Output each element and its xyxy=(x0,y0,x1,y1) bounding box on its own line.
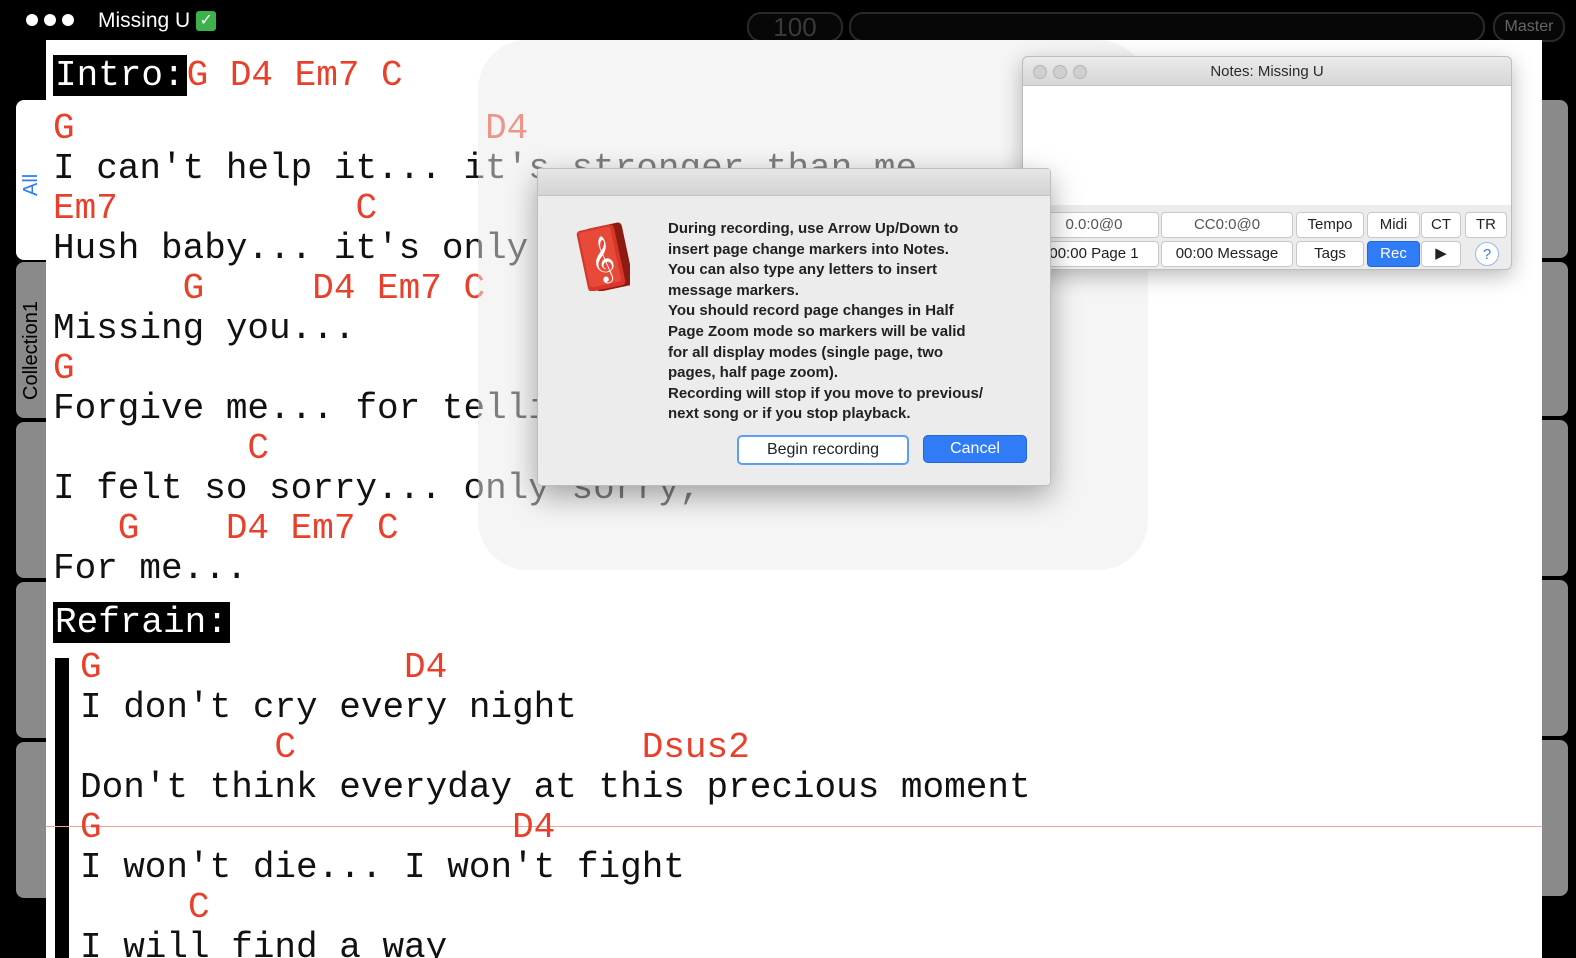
notes-titlebar[interactable]: Notes: Missing U xyxy=(1023,57,1511,86)
tempo-button[interactable]: Tempo xyxy=(1296,212,1364,238)
tab-empty-2[interactable] xyxy=(16,582,46,738)
dialog-message-line: Recording will stop if you move to previ… xyxy=(668,384,984,402)
lyric-line: I will find a way xyxy=(80,927,448,958)
right-tab-3[interactable] xyxy=(1542,420,1568,576)
lyric-line: I won't die... I won't fight xyxy=(80,847,685,888)
chord-line: C Dsus2 xyxy=(80,727,750,768)
right-tab-5[interactable] xyxy=(1542,740,1568,896)
chord-line: G D4 xyxy=(53,108,529,149)
playback-scrubber[interactable] xyxy=(849,12,1485,42)
dialog-message: During recording, use Arrow Up/Down to i… xyxy=(668,219,1028,425)
chord-line: G D4 Em7 C xyxy=(53,268,486,309)
chord-line: G xyxy=(53,348,75,389)
recording-dialog: 𝄞 During recording, use Arrow Up/Down to… xyxy=(537,168,1051,486)
tr-button[interactable]: TR xyxy=(1465,212,1507,238)
tags-button[interactable]: Tags xyxy=(1296,241,1364,267)
dialog-message-line: Page Zoom mode so markers will be valid xyxy=(668,322,966,340)
notes-title: Notes: Missing U xyxy=(1210,63,1324,80)
refrain-bar xyxy=(55,658,69,958)
lyric-line: For me... xyxy=(53,548,248,589)
tab-empty-1[interactable] xyxy=(16,422,46,578)
lyric-line: Forgive me... for telli xyxy=(53,388,550,429)
dialog-message-line: next song or if you stop playback. xyxy=(668,405,911,423)
zoom-dot[interactable] xyxy=(62,14,74,26)
window-controls xyxy=(26,14,74,26)
dialog-message-line: During recording, use Arrow Up/Down to xyxy=(668,220,959,237)
ct-button[interactable]: CT xyxy=(1421,212,1461,238)
notes-text-area[interactable] xyxy=(1023,86,1511,205)
cc-field[interactable]: CC0:0@0 xyxy=(1161,212,1293,238)
lyric-line: Don't think everyday at this precious mo… xyxy=(80,767,1031,808)
begin-recording-button[interactable]: Begin recording xyxy=(737,435,909,465)
tab-collection1-label: Collection1 xyxy=(20,301,42,400)
song-title-text: Missing U xyxy=(98,9,191,32)
chord-line: C xyxy=(80,887,210,928)
dialog-message-line: pages, half page zoom). xyxy=(668,364,839,382)
intro-line: Intro:G D4 Em7 C xyxy=(53,55,403,96)
close-dot[interactable] xyxy=(26,14,38,26)
tempo-display[interactable]: 100 xyxy=(747,12,843,42)
minimize-dot[interactable] xyxy=(44,14,56,26)
chord-line: G D4 xyxy=(80,647,448,688)
intro-chords: G D4 Em7 C xyxy=(186,55,403,96)
cancel-button[interactable]: Cancel xyxy=(923,435,1027,463)
dialog-message-line: You can also type any letters to insert xyxy=(668,261,937,279)
tab-all-label: All xyxy=(20,173,42,196)
title-bar: Missing U ✓ 100 Master xyxy=(0,0,1576,42)
tab-all[interactable]: All xyxy=(16,100,46,260)
chord-line: Em7 C xyxy=(53,188,378,229)
notes-window: Notes: Missing U 0.0:0@0 CC0:0@0 Tempo M… xyxy=(1022,56,1512,270)
checkmark-icon: ✓ xyxy=(196,11,217,31)
dialog-message-line: You should record page changes in Half xyxy=(668,302,954,320)
help-icon[interactable]: ? xyxy=(1475,242,1499,266)
midi-button[interactable]: Midi xyxy=(1367,212,1420,238)
refrain-line: Refrain: xyxy=(53,602,230,643)
refrain-label: Refrain: xyxy=(53,602,230,643)
dialog-message-line: insert page change markers into Notes. xyxy=(668,240,949,258)
lyric-line: Hush baby... it's only xyxy=(53,228,529,269)
intro-label: Intro: xyxy=(53,55,187,96)
message-marker-field[interactable]: 00:00 Message xyxy=(1161,241,1293,267)
play-icon[interactable]: ▶ xyxy=(1421,241,1461,267)
lyric-line: Missing you... xyxy=(53,308,356,349)
songbook-icon: 𝄞 xyxy=(576,222,630,291)
lyric-line: I don't cry every night xyxy=(80,687,577,728)
right-tab-2[interactable] xyxy=(1542,262,1568,416)
tab-empty-3[interactable] xyxy=(16,742,46,898)
chord-line: G D4 Em7 C xyxy=(53,508,399,549)
master-button[interactable]: Master xyxy=(1493,12,1565,42)
rec-button[interactable]: Rec xyxy=(1367,241,1420,267)
song-title: Missing U ✓ xyxy=(98,9,217,33)
tab-collection1[interactable]: Collection1 xyxy=(16,262,46,418)
dialog-message-line: message markers. xyxy=(668,281,799,299)
dialog-message-line: for all display modes (single page, two xyxy=(668,343,944,361)
chord-line: G D4 xyxy=(80,807,556,848)
chord-line: C xyxy=(53,428,270,469)
right-tab-1[interactable] xyxy=(1542,100,1568,258)
dialog-titlebar xyxy=(538,169,1050,196)
right-tab-4[interactable] xyxy=(1542,580,1568,736)
